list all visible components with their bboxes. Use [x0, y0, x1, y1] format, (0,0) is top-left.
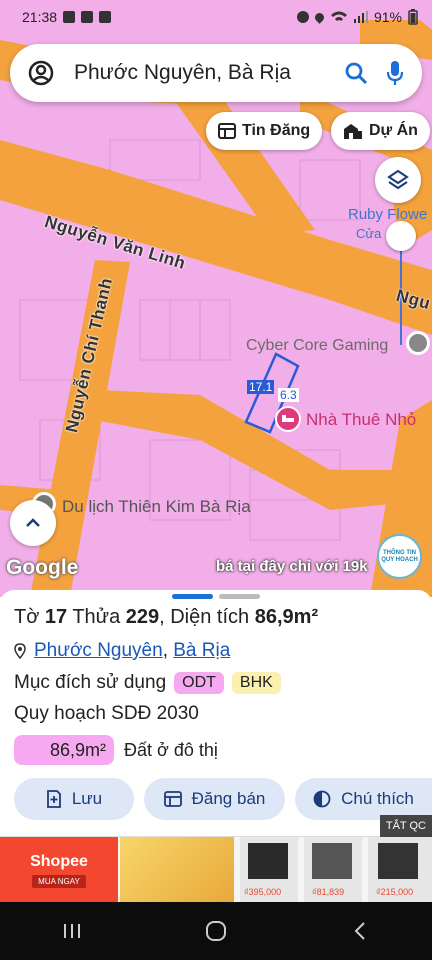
promo-text[interactable]: bá tại đây chỉ với 19k	[216, 558, 368, 575]
recent-apps-button[interactable]	[52, 911, 92, 951]
land-type: Đất ở đô thị	[124, 739, 218, 760]
parcel-label-right: 6.3	[278, 388, 299, 402]
chip-projects-label: Dự Án	[369, 122, 418, 139]
list-alt-icon	[163, 791, 182, 807]
layers-button[interactable]	[375, 157, 421, 203]
alarm-icon	[296, 11, 309, 23]
land-use-area: 86,9m²	[14, 735, 114, 765]
sheet-number: 17	[44, 606, 68, 628]
legend-button[interactable]: Chú thích	[295, 778, 432, 820]
ad-price-1: ₫395,000	[244, 887, 282, 897]
location-pin-icon	[14, 643, 26, 659]
chip-posts-label: Tin Đăng	[242, 122, 311, 139]
home-icon	[206, 921, 226, 941]
city-link[interactable]: Bà Rịa	[173, 640, 230, 661]
wifi-icon	[330, 11, 347, 21]
title-prefix: Tờ	[14, 606, 45, 628]
account-icon[interactable]	[28, 60, 54, 86]
shopee-brand: Shopee	[30, 852, 88, 870]
sheet-handle[interactable]	[172, 594, 260, 599]
close-ad-button[interactable]: TẮT QC	[379, 815, 432, 837]
parcel-title: Tờ 17 Thửa 229, Diện tích 86,9m²	[14, 606, 318, 629]
microphone-icon[interactable]	[386, 60, 404, 86]
facebook-notification-icon	[99, 11, 112, 23]
save-button-label: Lưu	[71, 789, 103, 808]
parcel-word: Thửa	[67, 606, 126, 628]
ad-product-3[interactable]: ₫215,000	[368, 837, 432, 903]
legend-button-label: Chú thích	[341, 789, 414, 808]
google-logo: Google	[6, 556, 79, 579]
tag-odt: ODT	[174, 672, 224, 694]
parcel-number: 229	[125, 606, 160, 628]
ad-price-3: ₫215,000	[376, 887, 414, 897]
ad-product-1[interactable]: ₫395,000	[240, 837, 298, 903]
save-icon	[46, 790, 61, 808]
contrast-icon	[313, 790, 331, 808]
signal-icon	[353, 11, 368, 23]
recent-apps-icon	[64, 924, 80, 938]
ad-image-promo[interactable]	[120, 837, 234, 903]
collapse-button[interactable]	[10, 500, 56, 546]
ward-link[interactable]: Phước Nguyên	[34, 640, 163, 661]
chevron-up-icon	[26, 518, 40, 527]
area-text: , Diện tích	[159, 606, 255, 628]
back-icon	[354, 922, 365, 940]
save-button[interactable]: Lưu	[14, 778, 134, 820]
battery-icon	[408, 9, 418, 25]
post-sale-button-label: Đăng bán	[191, 789, 266, 808]
place-label-cyber-core[interactable]: Cyber Core Gaming	[246, 337, 388, 355]
shopee-ad-logo[interactable]: Shopee MUA NGAY	[0, 837, 118, 903]
gallery-notification-icon	[63, 11, 76, 23]
status-bar: 21:38 91%	[0, 0, 432, 34]
shopee-buy-button[interactable]: MUA NGAY	[32, 874, 86, 888]
ad-product-2[interactable]: ₫81,839	[304, 837, 362, 903]
parcel-info-sheet[interactable]: Tờ 17 Thửa 229, Diện tích 86,9m² Phước N…	[0, 590, 432, 838]
chip-posts[interactable]: Tin Đăng	[206, 112, 323, 150]
place-label-nha-thue-nho[interactable]: Nhà Thuê Nhỏ	[306, 410, 416, 430]
place-pin-cyber-icon[interactable]	[406, 331, 430, 355]
address-row: Phước Nguyên, Bà Rịa	[14, 640, 230, 662]
purpose-row: Mục đích sử dụng ODT BHK	[14, 672, 281, 694]
address-comma: ,	[162, 640, 168, 661]
buildings-icon	[344, 124, 362, 139]
planning-info-badge[interactable]: THÔNG TIN QUY HOẠCH	[377, 534, 422, 579]
ad-price-2: ₫81,839	[312, 887, 345, 897]
parcel-label-left: 17.1	[247, 380, 275, 394]
list-icon	[218, 123, 236, 139]
hotel-pin-icon[interactable]	[275, 406, 301, 432]
tag-bhk: BHK	[231, 672, 281, 694]
distance-marker-top[interactable]	[386, 221, 416, 251]
status-time: 21:38	[22, 9, 58, 25]
purpose-label: Mục đích sử dụng	[14, 672, 167, 693]
battery-text: 91%	[373, 9, 402, 25]
layers-icon	[387, 169, 409, 190]
place-label-ruby[interactable]: Ruby Flowe	[348, 206, 427, 223]
post-sale-button[interactable]: Đăng bán	[144, 778, 285, 820]
place-label-du-lich[interactable]: Du lịch Thiên Kim Bà Rịa	[62, 497, 251, 517]
land-use-row: 86,9m² Đất ở đô thị	[14, 735, 218, 765]
plan-label: Quy hoạch SDĐ 2030	[14, 703, 199, 724]
chip-projects[interactable]: Dự Án	[331, 112, 430, 150]
search-bar[interactable]: Phước Nguyên, Bà Rịa	[10, 44, 422, 102]
back-button[interactable]	[340, 911, 380, 951]
home-button[interactable]	[196, 911, 236, 951]
area-value: 86,9m²	[254, 606, 319, 628]
message-notification-icon	[81, 11, 94, 23]
search-input[interactable]: Phước Nguyên, Bà Rịa	[74, 61, 344, 85]
planning-info-line2: QUY HOẠCH	[381, 556, 418, 563]
location-icon	[313, 10, 326, 24]
search-icon[interactable]	[344, 61, 368, 85]
place-label-ruby-sub: Cửa	[356, 226, 382, 241]
system-nav-bar	[0, 902, 432, 960]
planning-info-line1: THÔNG TIN	[383, 549, 416, 556]
ad-banner[interactable]: TẮT QC Shopee MUA NGAY ₫395,000 ₫81,839 …	[0, 815, 432, 903]
